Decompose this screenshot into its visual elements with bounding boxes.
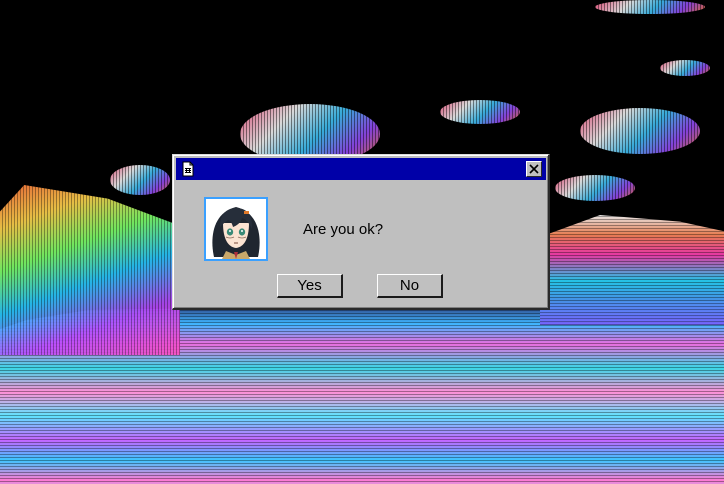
close-icon [529,164,539,174]
no-button[interactable]: No [377,274,443,298]
glitch-blob [580,108,700,154]
yes-button[interactable]: Yes [277,274,343,298]
glitch-blob [110,165,170,195]
dialog-titlebar[interactable] [176,158,546,180]
glitch-blob [555,175,635,201]
avatar [204,197,268,261]
glitch-band-left [0,185,180,355]
glitch-blob [660,60,710,76]
glitch-blob [595,0,705,14]
document-icon [180,161,196,177]
anime-girl-avatar [206,199,266,259]
dialog-message: Are you ok? [303,221,384,238]
glitch-band-right [540,215,724,325]
glitch-blob [440,100,520,124]
close-button[interactable] [526,161,542,177]
dialog-window: Are you ok? Yes No [172,154,550,310]
